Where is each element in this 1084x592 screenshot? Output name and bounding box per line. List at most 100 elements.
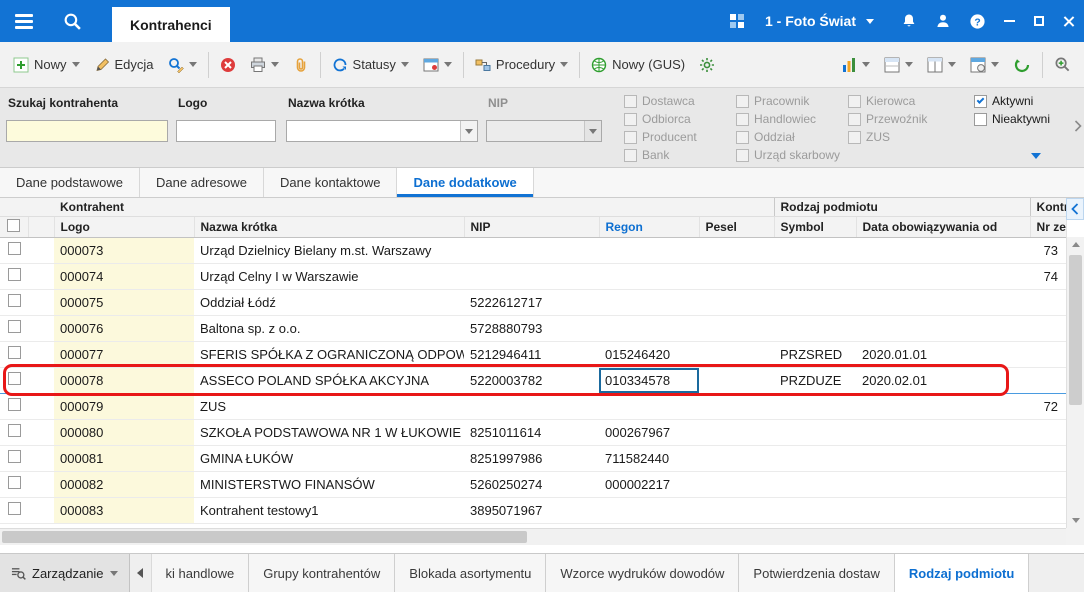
refresh-button[interactable] (1006, 48, 1038, 82)
role-checkbox[interactable]: ZUS (848, 130, 927, 144)
row-checkbox-cell[interactable] (0, 445, 28, 472)
cell-pesel[interactable] (699, 263, 775, 290)
menu-button[interactable] (0, 0, 48, 42)
cell-data-obowiazywania[interactable] (856, 237, 1031, 264)
apps-grid-button[interactable] (719, 0, 755, 42)
cell-nr-zew[interactable]: 73 (1030, 237, 1067, 264)
col-header-nr-zew[interactable]: Nr zew (1030, 216, 1067, 238)
cell-nr-zew[interactable] (1030, 315, 1067, 342)
cell-regon[interactable]: 000267967 (599, 419, 699, 446)
col-header-regon[interactable]: Regon (599, 216, 700, 238)
row-checkbox[interactable] (7, 346, 21, 359)
cell-nazwa-krotka[interactable]: Urząd Celny I w Warszawie (194, 263, 464, 290)
table-row[interactable]: 000076 Baltona sp. z o.o. 5728880793 (0, 315, 1067, 342)
role-checkbox[interactable]: Urząd skarbowy (736, 148, 840, 162)
cell-symbol[interactable] (774, 471, 857, 498)
advanced-search-button[interactable] (1047, 48, 1078, 82)
cell-symbol[interactable]: PRZSRED (774, 341, 857, 368)
cell-logo[interactable]: 000074 (54, 263, 194, 290)
help-button[interactable]: ? (960, 0, 994, 42)
row-checkbox-cell[interactable] (0, 263, 28, 290)
cell-pesel[interactable] (699, 393, 775, 420)
cell-nazwa-krotka[interactable]: Oddział Łódź (194, 289, 464, 316)
bottom-tab[interactable]: Rodzaj podmiotu (894, 554, 1030, 592)
procedures-button[interactable]: Procedury (468, 48, 575, 82)
cell-symbol[interactable] (774, 393, 857, 420)
maximize-button[interactable] (1024, 0, 1054, 42)
horizontal-scrollbar[interactable] (0, 528, 1066, 545)
attachment-button[interactable] (286, 48, 316, 82)
close-button[interactable] (1054, 0, 1084, 42)
col-header-nazwa-krotka[interactable]: Nazwa krótka (194, 216, 465, 238)
chart-button[interactable] (834, 48, 877, 82)
col-header-data-obowiazywania[interactable]: Data obowiązywania od (856, 216, 1031, 238)
manage-menu-button[interactable]: Zarządzanie (0, 554, 130, 592)
cell-logo[interactable]: 000082 (54, 471, 194, 498)
cell-nr-zew[interactable] (1030, 341, 1067, 368)
role-checkbox[interactable]: Bank (624, 148, 697, 162)
cell-pesel[interactable] (699, 289, 775, 316)
table-row[interactable]: 000081 GMINA ŁUKÓW 8251997986 711582440 (0, 445, 1067, 472)
cell-data-obowiazywania[interactable]: 2020.02.01 (856, 366, 1031, 394)
cell-logo[interactable]: 000078 (54, 366, 194, 394)
tab-kontrahenci[interactable]: Kontrahenci (112, 7, 230, 42)
cell-symbol[interactable] (774, 445, 857, 472)
views-button[interactable] (416, 48, 459, 82)
row-checkbox-cell[interactable] (0, 471, 28, 498)
cell-data-obowiazywania[interactable] (856, 263, 1031, 290)
scroll-up-button[interactable] (1067, 237, 1084, 252)
cell-pesel[interactable] (699, 471, 775, 498)
cell-pesel[interactable] (699, 341, 775, 368)
main-tab[interactable]: Dane podstawowe (0, 168, 140, 197)
cell-pesel[interactable] (699, 237, 775, 264)
cell-nazwa-krotka[interactable]: SZKOŁA PODSTAWOWA NR 1 W ŁUKOWIE (194, 419, 464, 446)
nazwa-krotka-combobox[interactable] (286, 120, 478, 142)
vertical-scrollbar[interactable] (1066, 237, 1084, 528)
cell-data-obowiazywania[interactable] (856, 445, 1031, 472)
cell-nr-zew[interactable]: 74 (1030, 263, 1067, 290)
table-row[interactable]: 000080 SZKOŁA PODSTAWOWA NR 1 W ŁUKOWIE … (0, 419, 1067, 446)
role-checkbox[interactable]: Pracownik (736, 94, 840, 108)
cell-nazwa-krotka[interactable]: ASSECO POLAND SPÓŁKA AKCYJNA (194, 366, 464, 394)
search-kontrahent-input[interactable] (6, 120, 168, 142)
cell-data-obowiazywania[interactable] (856, 393, 1031, 420)
cell-data-obowiazywania[interactable] (856, 419, 1031, 446)
nieaktywni-checkbox[interactable]: Nieaktywni (974, 112, 1050, 126)
cell-nip[interactable]: 5222612717 (464, 289, 599, 316)
bottom-tab[interactable]: ki handlowe (151, 554, 250, 592)
scroll-down-button[interactable] (1067, 513, 1084, 528)
cell-nazwa-krotka[interactable]: ZUS (194, 393, 464, 420)
aktywni-checkbox[interactable]: Aktywni (974, 94, 1050, 108)
main-tab[interactable]: Dane kontaktowe (264, 168, 398, 197)
row-checkbox[interactable] (7, 502, 21, 515)
row-checkbox-cell[interactable] (0, 315, 28, 342)
row-checkbox[interactable] (7, 424, 21, 437)
cell-symbol[interactable] (774, 289, 857, 316)
role-checkbox[interactable]: Przewoźnik (848, 112, 927, 126)
cell-nr-zew[interactable] (1030, 419, 1067, 446)
cell-nazwa-krotka[interactable]: Urząd Dzielnicy Bielany m.st. Warszawy (194, 237, 464, 264)
cell-nazwa-krotka[interactable]: Baltona sp. z o.o. (194, 315, 464, 342)
cell-symbol[interactable]: PRZDUZE (774, 366, 857, 394)
bottom-tab[interactable]: Blokada asortymentu (395, 554, 547, 592)
row-checkbox[interactable] (7, 450, 21, 463)
row-checkbox-cell[interactable] (0, 366, 28, 394)
user-button[interactable] (926, 0, 960, 42)
row-checkbox[interactable] (7, 268, 21, 281)
layout-button[interactable] (877, 48, 920, 82)
notifications-button[interactable] (892, 0, 926, 42)
cell-data-obowiazywania[interactable] (856, 497, 1031, 524)
collapse-panel-button[interactable] (1066, 198, 1084, 220)
global-search-button[interactable] (48, 0, 96, 42)
col-header-nip[interactable]: NIP (464, 216, 600, 238)
cell-regon[interactable] (599, 497, 699, 524)
edit-button[interactable]: Edycja (87, 48, 161, 82)
table-row[interactable]: 000079 ZUS 72 (0, 393, 1067, 420)
cell-nazwa-krotka[interactable]: SFERIS SPÓŁKA Z OGRANICZONĄ ODPOW (194, 341, 464, 368)
cell-logo[interactable]: 000081 (54, 445, 194, 472)
new-gus-button[interactable]: Nowy (GUS) (584, 48, 692, 82)
table-row[interactable]: 000074 Urząd Celny I w Warszawie 74 (0, 263, 1067, 290)
statuses-button[interactable]: Statusy (325, 48, 416, 82)
cell-symbol[interactable] (774, 497, 857, 524)
cell-nip[interactable] (464, 263, 599, 290)
